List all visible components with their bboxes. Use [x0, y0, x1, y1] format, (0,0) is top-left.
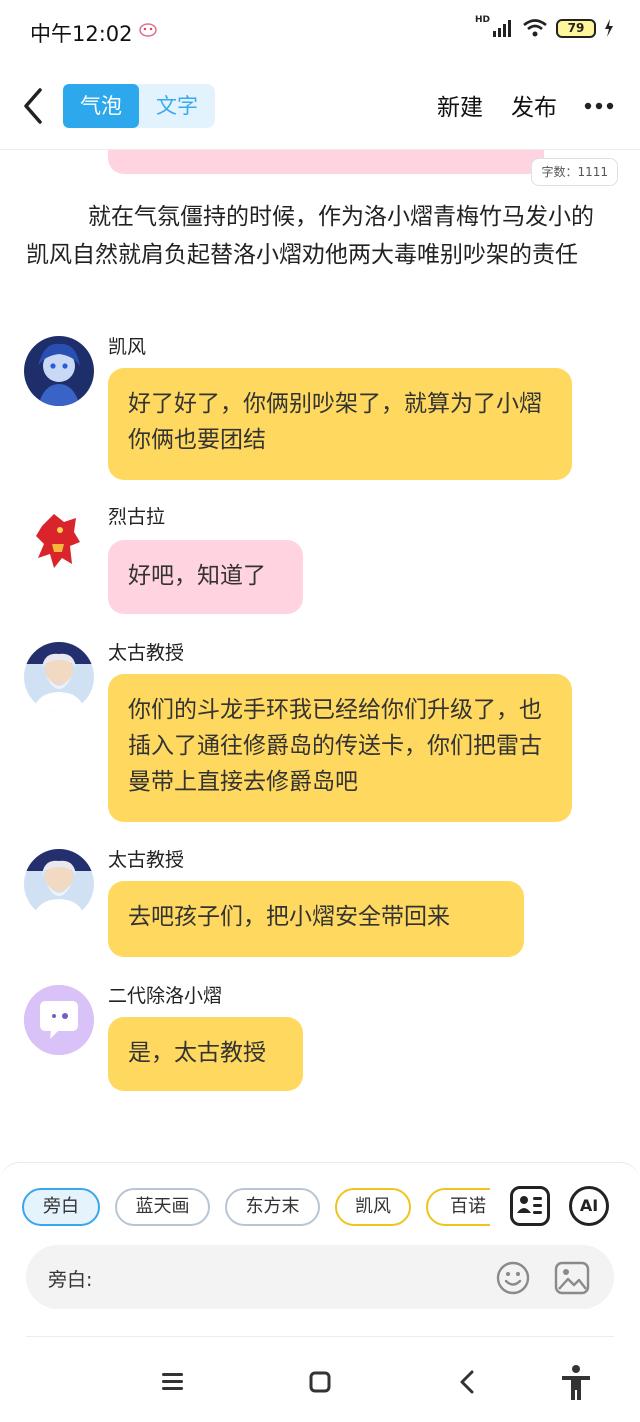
sender-name: 烈古拉: [108, 506, 166, 528]
role-chip-narration[interactable]: 旁白: [22, 1188, 100, 1226]
divider: [26, 1336, 614, 1337]
word-count-badge: 字数：1111: [531, 158, 618, 186]
avatar[interactable]: [24, 336, 94, 406]
top-nav-bar: 气泡 文字 新建 发布: [0, 62, 640, 150]
avatar[interactable]: [24, 506, 94, 576]
message-bubble[interactable]: 好了好了，你俩别吵架了，就算为了小熠你俩也要团结: [108, 368, 572, 480]
home-icon[interactable]: [300, 1362, 340, 1402]
avatar[interactable]: [24, 642, 94, 712]
role-chip[interactable]: 凯风: [335, 1188, 411, 1226]
message-input[interactable]: 旁白:: [26, 1245, 614, 1309]
back-icon[interactable]: [448, 1362, 488, 1402]
role-chip[interactable]: 蓝天画: [115, 1188, 210, 1226]
previous-bubble-tail: [108, 150, 544, 174]
character-avatar-icon: [24, 506, 94, 576]
battery-indicator: 79: [556, 18, 596, 38]
tab-bubble[interactable]: 气泡: [63, 84, 139, 128]
current-speaker-label: 旁白:: [48, 1269, 93, 1291]
character-avatar-icon: [24, 336, 94, 406]
tab-text[interactable]: 文字: [139, 84, 215, 128]
system-nav-bar: [0, 1344, 640, 1422]
menu-icon[interactable]: [152, 1362, 192, 1402]
image-icon[interactable]: [554, 1261, 590, 1295]
charging-icon: [605, 19, 613, 37]
role-card-button[interactable]: [510, 1186, 550, 1226]
ai-button[interactable]: AI: [569, 1186, 609, 1226]
message-bubble[interactable]: 是，太古教授: [108, 1017, 303, 1091]
avatar[interactable]: [24, 849, 94, 919]
more-options-icon[interactable]: [584, 102, 614, 110]
chat-bubble-avatar-icon: [24, 985, 94, 1055]
message-bubble[interactable]: 去吧孩子们，把小熠安全带回来: [108, 881, 524, 957]
narration-text[interactable]: 就在气氛僵持的时候，作为洛小熠青梅竹马发小的凯风自然就肩负起替洛小熠劝他两大毒唯…: [26, 198, 616, 274]
sender-name: 太古教授: [108, 849, 185, 871]
contact-card-icon: [517, 1196, 542, 1214]
role-chip-list[interactable]: 旁白 蓝天画 东方末 凯风 百诺: [22, 1188, 490, 1228]
message-bubble[interactable]: 你们的斗龙手环我已经给你们升级了，也插入了通往修爵岛的传送卡，你们把雷古曼带上直…: [108, 674, 572, 822]
mode-switch: 气泡 文字: [63, 84, 215, 128]
accessibility-icon[interactable]: [556, 1362, 596, 1402]
message-bubble[interactable]: 好吧，知道了: [108, 540, 303, 614]
signal-icon: [493, 20, 511, 37]
sender-name: 太古教授: [108, 642, 185, 664]
status-icons: HD 79: [474, 15, 614, 38]
sender-name: 二代除洛小熠: [108, 985, 223, 1007]
avatar[interactable]: [24, 985, 94, 1055]
role-chip[interactable]: 百诺: [426, 1188, 490, 1226]
emoji-icon[interactable]: [496, 1261, 530, 1295]
new-button[interactable]: 新建: [437, 88, 483, 122]
sender-name: 凯风: [108, 336, 147, 358]
status-bar: 中午12:02 HD 79: [0, 0, 640, 62]
network-type: HD: [474, 15, 490, 25]
role-chip[interactable]: 东方末: [225, 1188, 320, 1226]
wifi-icon: [523, 19, 547, 37]
publish-button[interactable]: 发布: [511, 88, 557, 122]
notification-emoji-icon: [139, 23, 157, 37]
professor-avatar-icon: [24, 642, 94, 712]
back-arrow-icon[interactable]: [18, 86, 48, 126]
status-time: 中午12:02: [30, 22, 133, 46]
professor-avatar-icon: [24, 849, 94, 919]
